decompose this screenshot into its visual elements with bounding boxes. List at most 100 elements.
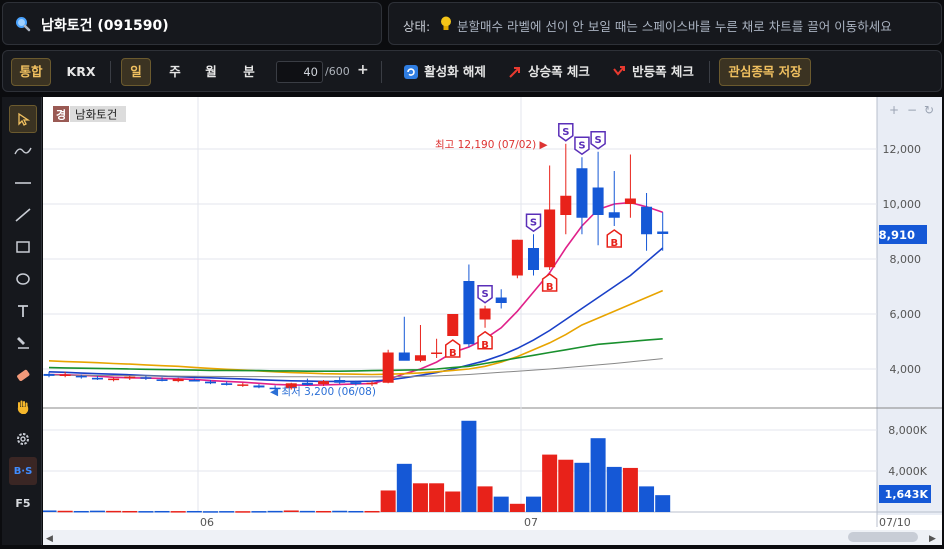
sell-marker-label: S xyxy=(578,140,585,151)
curve-line-icon xyxy=(14,147,32,155)
trend-line-tool[interactable] xyxy=(9,201,37,229)
chart-area[interactable]: SSBSSSBBB 12,000 10,000 8,000 6,000 4,000 8,0… xyxy=(41,97,942,545)
ellipse-tool[interactable] xyxy=(9,265,37,293)
toolbar: 통합 KRX 일 주 월 분 40 /600 + 활성화 해제 상승폭 체크 반… xyxy=(2,50,942,92)
ma-line-ma20 xyxy=(48,247,664,383)
candle-body xyxy=(463,281,475,345)
price-tick-label: 10,000 xyxy=(883,198,922,211)
rebound-arrow-icon xyxy=(613,66,626,76)
candle-body xyxy=(447,314,459,336)
candle-count-input[interactable]: 40 xyxy=(276,61,323,83)
ma-line-ma5 xyxy=(48,201,663,387)
price-tick-label: 4,000 xyxy=(890,363,922,376)
candle-body xyxy=(334,380,346,383)
candle-body xyxy=(301,382,313,385)
sell-marker: S xyxy=(525,213,542,233)
f5-tool[interactable]: F5 xyxy=(9,489,37,517)
scroll-left-arrow[interactable]: ◀ xyxy=(46,534,53,544)
count-plus-button[interactable]: + xyxy=(357,62,369,78)
horizontal-line-tool[interactable] xyxy=(9,169,37,197)
buy-sell-tool[interactable]: B·S xyxy=(9,457,37,485)
text-icon xyxy=(18,305,28,317)
volume-bar xyxy=(606,466,622,512)
volume-tick-label: 4,000K xyxy=(888,465,927,478)
zoom-out-button[interactable]: − xyxy=(907,103,917,117)
text-tool[interactable] xyxy=(9,297,37,325)
deactivate-button[interactable]: 활성화 해제 xyxy=(399,58,491,86)
price-axis-background xyxy=(877,97,942,515)
period-month-button[interactable]: 월 xyxy=(196,58,226,86)
candle-body xyxy=(511,239,523,276)
price-chart[interactable]: SSBSS SBBB 12,00010,0008,0006,0004,0008,0… xyxy=(41,97,942,545)
volume-bar xyxy=(267,510,283,513)
volume-bar xyxy=(219,511,235,513)
hand-icon xyxy=(17,400,29,414)
volume-bar xyxy=(283,510,299,512)
brush-icon xyxy=(17,337,29,349)
zoom-controls[interactable]: + − ↻ xyxy=(889,103,934,117)
deactivate-label: 활성화 해제 xyxy=(424,64,486,79)
sell-marker-label: S xyxy=(530,217,537,228)
sell-marker: S xyxy=(558,123,574,142)
candle-body xyxy=(91,377,103,380)
volume-bar xyxy=(57,510,73,513)
rectangle-tool[interactable] xyxy=(9,233,37,261)
status-panel: 상태: 분할매수 라벨에 선이 안 보일 때는 스페이스바를 누른 채로 차트를… xyxy=(388,2,942,45)
candle-body xyxy=(495,297,507,303)
stock-title-panel[interactable]: 남화토건 (091590) xyxy=(2,2,382,45)
stock-short-name: 남화토건 xyxy=(75,108,117,122)
price-tick-label: 8,000 xyxy=(890,253,922,266)
buy-marker: B xyxy=(477,330,493,351)
scrollbar-thumb[interactable] xyxy=(848,532,918,542)
stock-name-label: 남화토건 (091590) xyxy=(41,18,169,34)
candle-body xyxy=(253,385,265,388)
watchlist-save-button[interactable]: 관심종목 저장 xyxy=(719,58,811,86)
sell-marker-label: S xyxy=(562,127,569,138)
volume-bar xyxy=(429,483,445,512)
sell-marker-label: S xyxy=(594,135,601,146)
candle-body xyxy=(156,379,168,381)
rebound-check-button[interactable]: 반등폭 체크 xyxy=(607,58,699,86)
refresh-icon xyxy=(404,65,419,79)
reset-zoom-button[interactable]: ↻ xyxy=(924,103,934,117)
eraser-tool[interactable] xyxy=(9,361,37,389)
cursor-tool[interactable] xyxy=(9,105,37,133)
zoom-in-button[interactable]: + xyxy=(889,103,899,117)
combined-button[interactable]: 통합 xyxy=(11,58,51,86)
volume-bar xyxy=(235,511,251,513)
candle-body xyxy=(205,381,216,384)
candle-body xyxy=(431,352,443,354)
current-price-value: 8,910 xyxy=(879,228,915,242)
volume-bar xyxy=(542,454,558,512)
candle-body xyxy=(624,198,636,204)
scrollbar-track[interactable] xyxy=(43,530,942,545)
low-price-annotation: ◀ 최저 3,200 (06/08) xyxy=(270,386,376,398)
period-day-button[interactable]: 일 xyxy=(121,58,151,86)
brush-tool[interactable] xyxy=(9,329,37,357)
period-minute-button[interactable]: 분 xyxy=(234,58,264,86)
candle-body xyxy=(350,382,362,385)
scroll-right-arrow[interactable]: ▶ xyxy=(929,534,936,544)
rebound-check-label: 반등폭 체크 xyxy=(632,64,694,79)
volume-tick-label: 8,000K xyxy=(888,424,927,437)
volume-bar xyxy=(251,511,267,513)
gear-icon xyxy=(17,433,29,445)
settings-tool[interactable] xyxy=(9,425,37,453)
rise-check-button[interactable]: 상승폭 체크 xyxy=(503,58,595,86)
exchange-krx-button[interactable]: KRX xyxy=(61,58,101,86)
volume-bar xyxy=(655,495,671,512)
caution-badge: 경 xyxy=(56,108,66,122)
volume-bar xyxy=(412,483,428,512)
period-week-button[interactable]: 주 xyxy=(160,58,190,86)
search-icon[interactable] xyxy=(15,16,31,32)
candle-count-max: /600 xyxy=(325,65,350,78)
candle-body xyxy=(382,352,394,383)
volume-bar xyxy=(170,511,186,513)
buy-sell-label: B·S xyxy=(13,465,33,477)
curve-tool[interactable] xyxy=(9,137,37,165)
volume-bar xyxy=(299,510,315,513)
volume-bar xyxy=(106,510,122,513)
candle-body xyxy=(657,231,669,234)
hand-tool[interactable] xyxy=(9,393,37,421)
cursor-icon xyxy=(18,112,30,126)
